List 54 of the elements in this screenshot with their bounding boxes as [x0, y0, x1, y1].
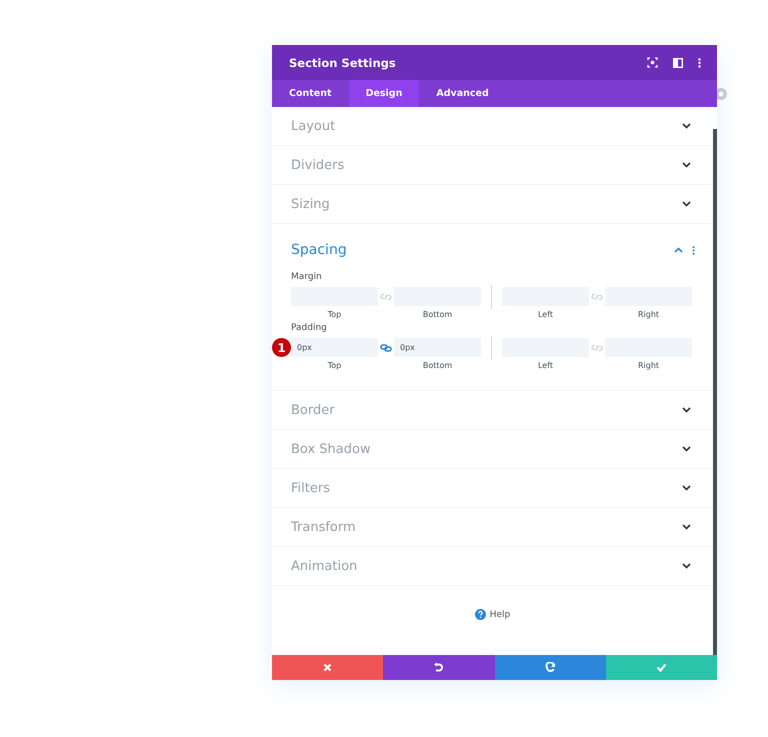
section-toggle[interactable]: Box Shadow	[272, 430, 713, 469]
step-badge: 1	[272, 338, 291, 357]
section-toggle[interactable]: Filters	[272, 469, 713, 508]
checkmark-icon	[656, 663, 667, 672]
chevron-down-icon	[682, 446, 691, 452]
field-caption: Bottom	[422, 310, 452, 319]
link-icon[interactable]	[380, 344, 392, 352]
more-icon[interactable]	[698, 58, 701, 68]
help-link[interactable]: Help	[474, 609, 510, 620]
field-caption: Bottom	[422, 361, 452, 370]
field-caption: Left	[538, 361, 554, 370]
field-label: Padding	[291, 323, 328, 333]
section-toggle[interactable]: Dividers	[272, 146, 713, 185]
field-caption: Right	[638, 310, 660, 319]
chevron-down-icon	[682, 563, 691, 569]
chevron-down-icon	[682, 407, 691, 413]
window-title: Section Settings	[289, 56, 396, 70]
chevron-down-icon	[682, 201, 691, 207]
scrollbar[interactable]	[713, 129, 717, 655]
tab[interactable]: Content	[272, 80, 349, 107]
section-toggle[interactable]: Animation	[272, 547, 713, 586]
chevron-down-icon	[682, 485, 691, 491]
undo-icon	[433, 662, 444, 673]
redo-icon	[544, 662, 556, 673]
chevron-down-icon	[682, 162, 691, 168]
section-toggle[interactable]: Border	[272, 391, 713, 430]
tab[interactable]: Design	[348, 80, 420, 107]
focus-icon[interactable]	[647, 57, 658, 68]
redo-button[interactable]	[494, 655, 606, 680]
tab[interactable]: Advanced	[419, 80, 506, 107]
discard-button[interactable]	[272, 655, 384, 680]
chevron-down-icon	[682, 524, 691, 530]
section-toggle[interactable]: Layout	[272, 107, 713, 146]
chevron-down-icon	[682, 123, 691, 129]
input-field[interactable]: 0px	[291, 338, 378, 357]
unlink-icon[interactable]	[380, 293, 392, 301]
field-caption: Top	[328, 361, 342, 370]
unlink-icon[interactable]	[591, 344, 603, 352]
field-caption: Right	[638, 361, 660, 370]
section-toggle[interactable]: Sizing	[272, 185, 713, 224]
field-caption: Left	[538, 310, 554, 319]
help-icon	[474, 609, 486, 620]
field-label: Margin	[291, 272, 323, 282]
section-toggle[interactable]: Transform	[272, 508, 713, 547]
field-caption: Top	[328, 310, 342, 319]
unlink-icon[interactable]	[591, 293, 603, 301]
close-icon	[323, 663, 332, 672]
save-button[interactable]	[606, 655, 717, 680]
more-icon[interactable]	[692, 246, 695, 254]
input-field[interactable]: 0px	[394, 338, 481, 357]
chevron-up-icon[interactable]	[674, 247, 683, 253]
undo-button[interactable]	[383, 655, 494, 680]
split-view-icon[interactable]	[673, 58, 683, 68]
section-title[interactable]: Spacing	[291, 242, 347, 258]
